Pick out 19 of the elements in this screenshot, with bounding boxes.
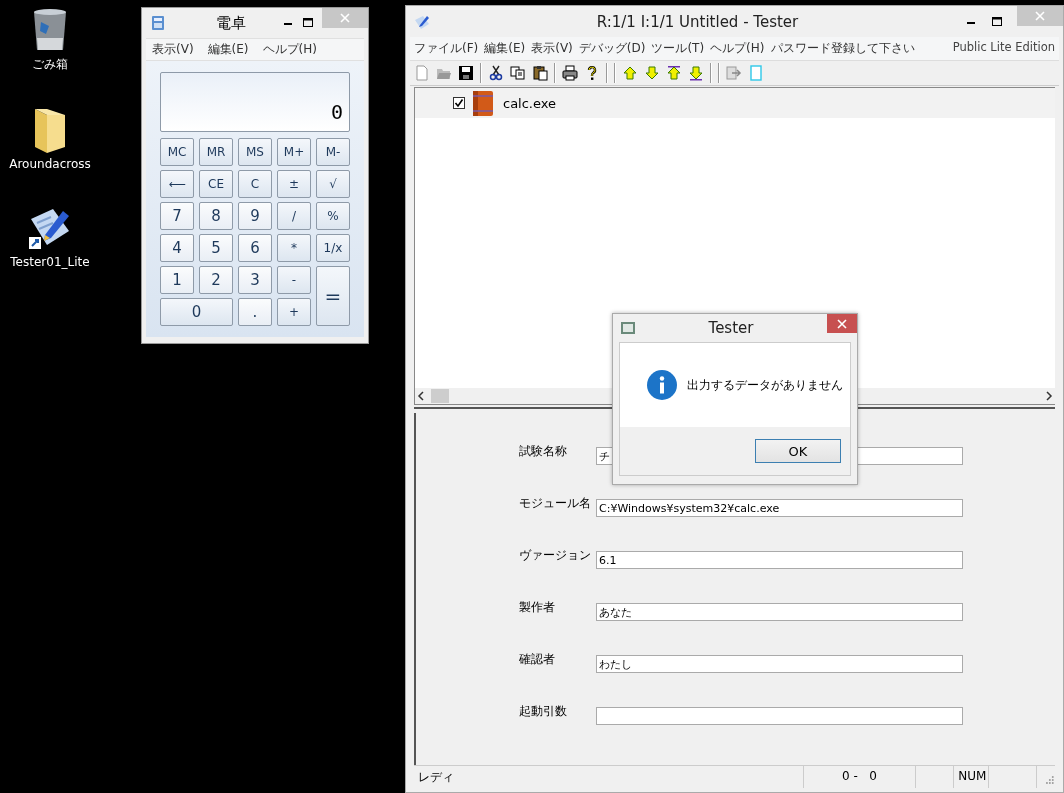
dialog-title: Tester [707, 319, 755, 337]
edition-label: Public Lite Edition [952, 40, 1055, 56]
icon-label: ごみ箱 [32, 56, 68, 73]
icon-label: Tester01_Lite [10, 255, 90, 269]
field-label: ヴァージョン [519, 547, 592, 564]
window-title: 電卓 [216, 13, 247, 33]
field-label: 確認者 [519, 651, 556, 668]
module-name: calc.exe [503, 95, 557, 111]
window-title: R:1/1 I:1/1 Untitled - Tester [595, 12, 800, 31]
field-label: モジュール名 [519, 495, 592, 512]
status-text: レディ [414, 766, 804, 788]
icon-label: Aroundacross [9, 157, 91, 171]
calculator-display: 0 [160, 72, 350, 132]
status-text: 0 - 0 [803, 766, 917, 788]
status-text: NUM [954, 766, 990, 788]
field-label: 起動引数 [519, 703, 568, 720]
dialog-message: 出力するデータがありません [687, 376, 843, 394]
field-label: 試験名称 [519, 443, 568, 460]
field-label: 製作者 [519, 599, 556, 616]
